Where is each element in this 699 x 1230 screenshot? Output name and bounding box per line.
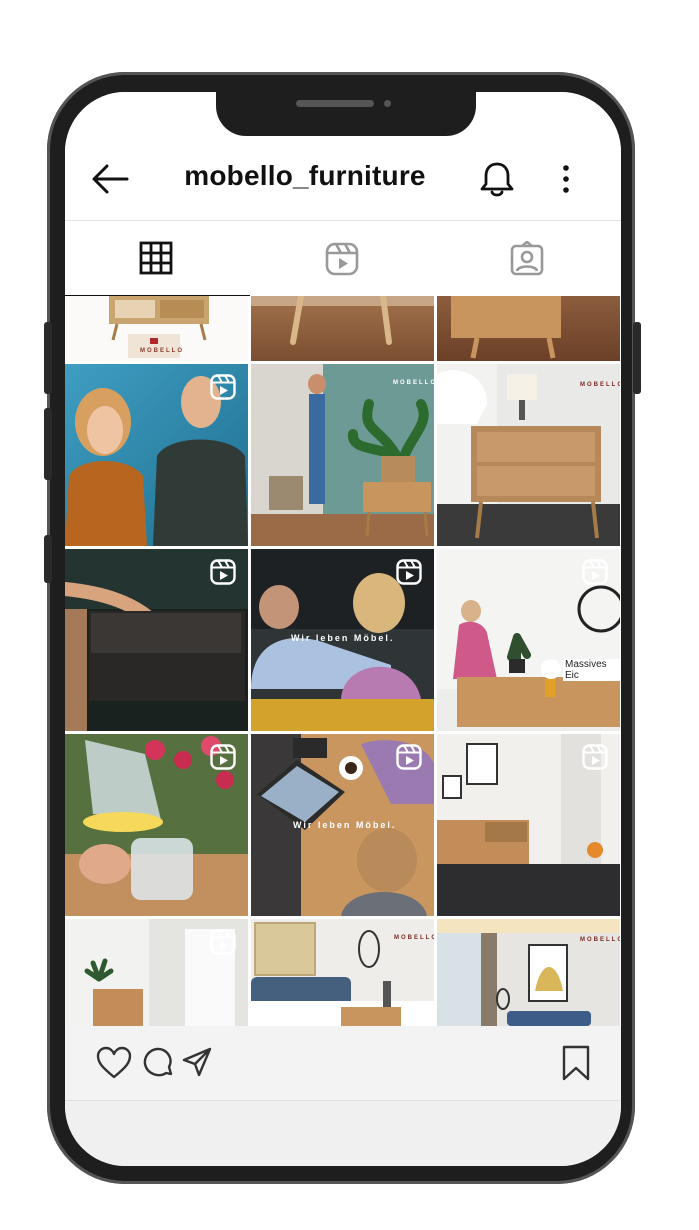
tagged-icon (510, 241, 544, 276)
video-overlay-text: Wir leben Möbel. (293, 820, 397, 830)
post-tile[interactable]: MOBELLO (437, 364, 620, 546)
more-vertical-icon[interactable] (560, 164, 572, 194)
tab-reels[interactable] (250, 221, 435, 295)
reels-icon (582, 744, 608, 770)
reels-icon (210, 744, 236, 770)
side-button (633, 322, 641, 394)
post-tile[interactable] (437, 734, 620, 916)
reels-icon (325, 242, 359, 276)
post-tile[interactable]: MOBELLO (251, 919, 434, 1026)
speaker-grille (296, 100, 374, 107)
brand-mark: MOBELLO (140, 348, 184, 354)
side-button (44, 535, 52, 583)
arrow-left-icon[interactable] (91, 162, 131, 196)
side-button (44, 408, 52, 480)
send-icon[interactable] (181, 1046, 213, 1078)
post-tile[interactable] (65, 919, 248, 1026)
post-tile[interactable] (65, 549, 248, 731)
comment-icon[interactable] (141, 1046, 175, 1080)
post-image (451, 296, 561, 359)
profile-username: mobello_furniture (184, 160, 426, 191)
reels-icon (210, 374, 236, 400)
post-actions-bar (65, 1026, 621, 1100)
post-image (437, 364, 620, 546)
post-tile[interactable]: MOBELLO (437, 919, 620, 1026)
video-overlay-text: Massives Eic (563, 659, 620, 681)
brand-mark: MOBELLO (394, 935, 434, 941)
tab-tagged[interactable] (435, 221, 620, 295)
reels-icon (210, 929, 236, 955)
reels-icon (396, 744, 422, 770)
post-tile[interactable] (65, 364, 248, 546)
reels-icon (396, 559, 422, 585)
post-image (437, 919, 620, 1026)
bell-icon[interactable] (479, 160, 515, 198)
post-tile[interactable] (437, 296, 620, 361)
post-tile[interactable]: Wir leben Möbel. (251, 734, 434, 916)
bookmark-icon[interactable] (561, 1044, 591, 1082)
reels-icon (210, 559, 236, 585)
grid-icon (139, 241, 173, 275)
post-tile[interactable]: MOBELLO (65, 296, 248, 361)
post-tile[interactable]: Wir leben Möbel. (251, 549, 434, 731)
reels-icon (582, 559, 608, 585)
brand-mark: MOBELLO (580, 382, 620, 388)
post-tile[interactable]: MOBELLO (251, 364, 434, 546)
phone-notch (216, 90, 476, 136)
bottom-area (65, 1100, 621, 1166)
tab-posts[interactable] (65, 221, 250, 297)
profile-tabs (65, 220, 621, 297)
post-tile[interactable]: Massives Eic (437, 549, 620, 731)
post-tile[interactable] (65, 734, 248, 916)
brand-mark: MOBELLO (393, 380, 434, 386)
side-button (44, 322, 52, 394)
video-overlay-text: Wir leben Möbel. (291, 633, 395, 643)
post-tile[interactable] (251, 296, 434, 361)
post-image (251, 364, 434, 546)
phone-screen: mobello_furniture MOBELLO MOBELLO MOBELL… (65, 92, 621, 1166)
posts-grid: MOBELLO MOBELLO MOBELLO Wir leben Möbel.… (65, 296, 621, 1026)
brand-mark: MOBELLO (580, 937, 620, 943)
post-image (251, 296, 434, 345)
front-camera (384, 100, 391, 107)
heart-icon[interactable] (95, 1046, 133, 1080)
